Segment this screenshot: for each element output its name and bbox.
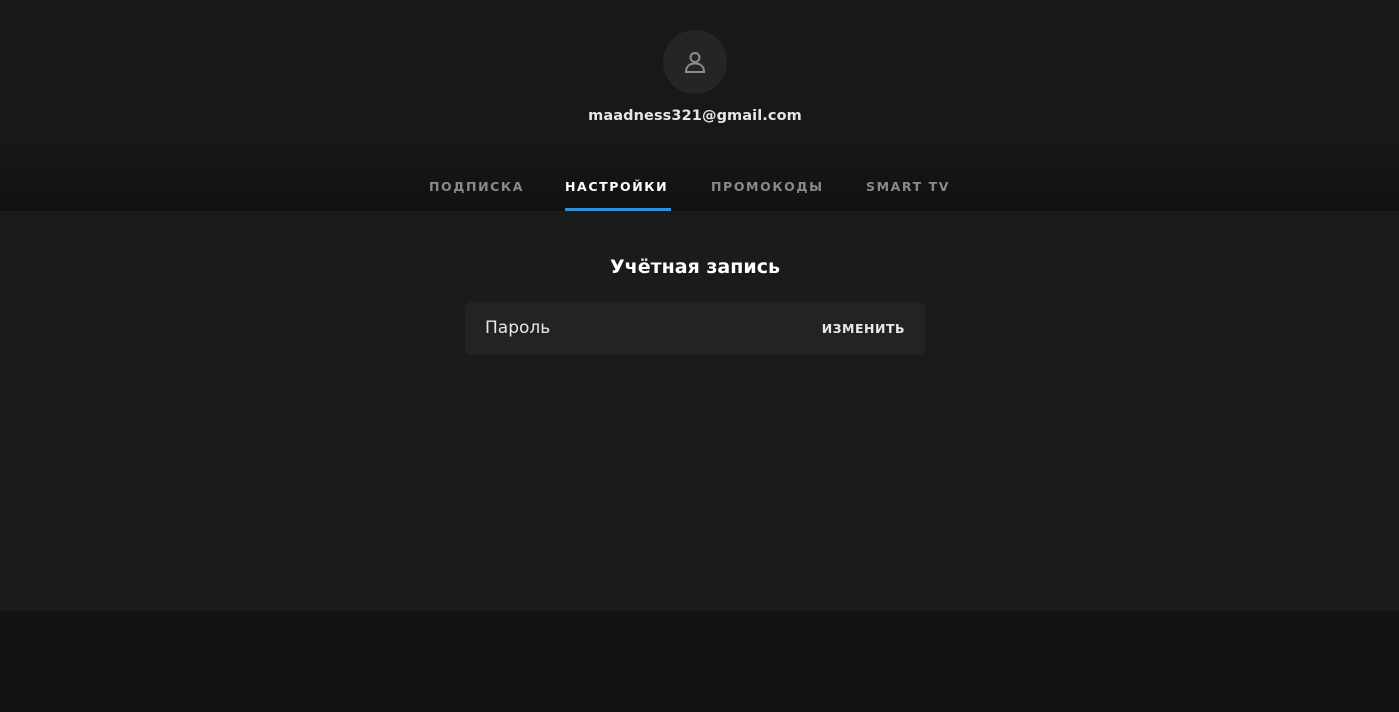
user-email: maadness321@gmail.com [588, 108, 802, 124]
profile-tabs: ПОДПИСКА НАСТРОЙКИ ПРОМОКОДЫ SMART TV [0, 169, 1399, 211]
password-row: Пароль ИЗМЕНИТЬ [465, 302, 925, 355]
tab-subscription[interactable]: ПОДПИСКА [429, 169, 525, 211]
tab-settings[interactable]: НАСТРОЙКИ [565, 169, 671, 211]
settings-content: Учётная запись Пароль ИЗМЕНИТЬ [0, 211, 1399, 611]
change-password-button[interactable]: ИЗМЕНИТЬ [822, 320, 905, 338]
password-label: Пароль [485, 318, 551, 338]
profile-page: maadness321@gmail.com ПОДПИСКА НАСТРОЙКИ… [0, 0, 1399, 712]
tab-smart-tv[interactable]: SMART TV [866, 169, 950, 211]
section-title: Учётная запись [610, 256, 780, 278]
user-icon [682, 49, 708, 75]
profile-header: maadness321@gmail.com ПОДПИСКА НАСТРОЙКИ… [0, 0, 1399, 211]
tab-promocodes[interactable]: ПРОМОКОДЫ [711, 169, 826, 211]
avatar[interactable] [663, 30, 727, 94]
